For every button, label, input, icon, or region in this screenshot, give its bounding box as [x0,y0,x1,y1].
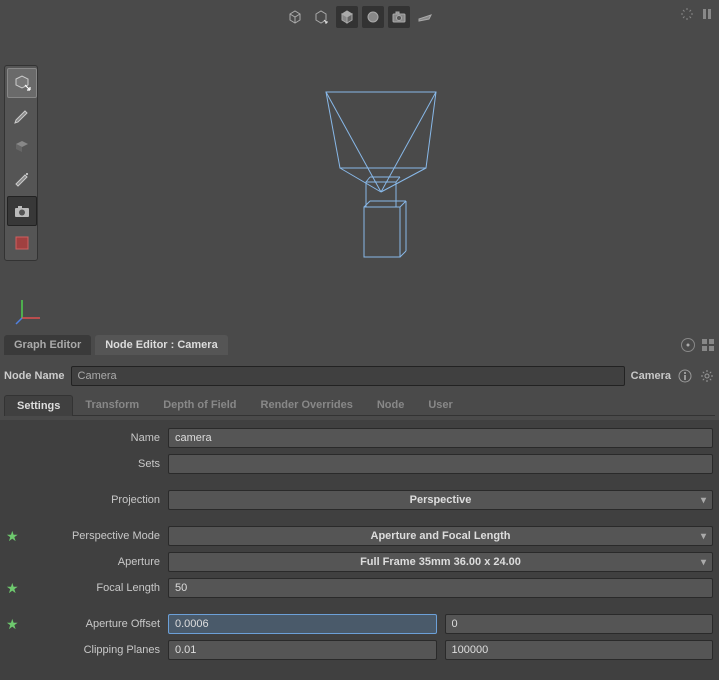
row-clipping-planes: Clipping Planes [6,640,713,660]
perspective-mode-select[interactable]: Aperture and Focal Length [168,526,713,546]
camera-icon[interactable] [388,6,410,28]
modified-mark-icon: ★ [6,616,16,633]
node-type-label: Camera [631,370,671,382]
viewport-top-toolbar [0,4,719,28]
name-input[interactable] [168,428,713,448]
node-name-input[interactable] [71,366,625,386]
pause-icon[interactable] [699,6,715,22]
tab-settings[interactable]: Settings [4,395,73,416]
perspective-mode-label: Perspective Mode [22,530,162,542]
property-tabs: Settings Transform Depth of Field Render… [4,395,715,416]
aperture-offset-x-input[interactable] [168,614,437,634]
spinner-icon[interactable] [679,6,695,22]
tab-user[interactable]: User [416,395,464,415]
grid-icon[interactable] [701,338,715,352]
left-toolbar [4,65,38,261]
info-icon[interactable] [677,368,693,384]
row-perspective-mode: ★ Perspective Mode Aperture and Focal Le… [6,526,713,546]
aperture-select[interactable]: Full Frame 35mm 36.00 x 24.00 [168,552,713,572]
tab-graph-editor[interactable]: Graph Editor [4,335,91,355]
clipping-planes-label: Clipping Planes [22,644,162,656]
viewport-3d[interactable] [42,28,719,330]
row-projection: Projection Perspective [6,490,713,510]
node-name-label: Node Name [4,370,65,382]
render-tool-icon[interactable] [7,228,37,258]
cube-arrow-icon[interactable] [310,6,332,28]
solid-cube-icon[interactable] [336,6,358,28]
clipping-near-input[interactable] [168,640,437,660]
wire-cube-icon[interactable] [284,6,306,28]
top-right-controls [679,6,715,22]
modified-mark-icon: ★ [6,580,16,597]
name-label: Name [22,432,162,444]
panel-tabs: Graph Editor Node Editor : Camera [4,335,715,355]
camera-tool-icon[interactable] [7,196,37,226]
wand-tool-icon[interactable] [7,164,37,194]
aperture-offset-label: Aperture Offset [22,618,162,630]
tab-transform[interactable]: Transform [73,395,151,415]
settings-panel: Name Sets Projection Perspective ★ Persp… [0,420,719,680]
projection-label: Projection [22,494,162,506]
gear-icon[interactable] [699,368,715,384]
tab-node-editor[interactable]: Node Editor : Camera [95,335,227,355]
clipping-far-input[interactable] [445,640,714,660]
row-aperture-offset: ★ Aperture Offset [6,614,713,634]
row-name: Name [6,428,713,448]
sphere-icon[interactable] [362,6,384,28]
axis-gizmo [14,296,44,326]
edit-tool-icon[interactable] [7,100,37,130]
camera-wireframe [316,82,446,282]
paint-tool-icon[interactable] [7,132,37,162]
sets-label: Sets [22,458,162,470]
row-aperture: Aperture Full Frame 35mm 36.00 x 24.00 [6,552,713,572]
tab-depth-of-field[interactable]: Depth of Field [151,395,248,415]
modified-mark-icon: ★ [6,528,16,545]
tab-node[interactable]: Node [365,395,417,415]
plane-icon[interactable] [414,6,436,28]
aperture-label: Aperture [22,556,162,568]
aperture-offset-y-input[interactable] [445,614,714,634]
select-tool-icon[interactable] [7,68,37,98]
sets-input[interactable] [168,454,713,474]
focal-length-input[interactable] [168,578,713,598]
projection-select[interactable]: Perspective [168,490,713,510]
node-name-bar: Node Name Camera [4,362,715,390]
row-focal-length: ★ Focal Length [6,578,713,598]
row-sets: Sets [6,454,713,474]
tab-render-overrides[interactable]: Render Overrides [249,395,365,415]
target-icon[interactable] [681,338,695,352]
focal-length-label: Focal Length [22,582,162,594]
